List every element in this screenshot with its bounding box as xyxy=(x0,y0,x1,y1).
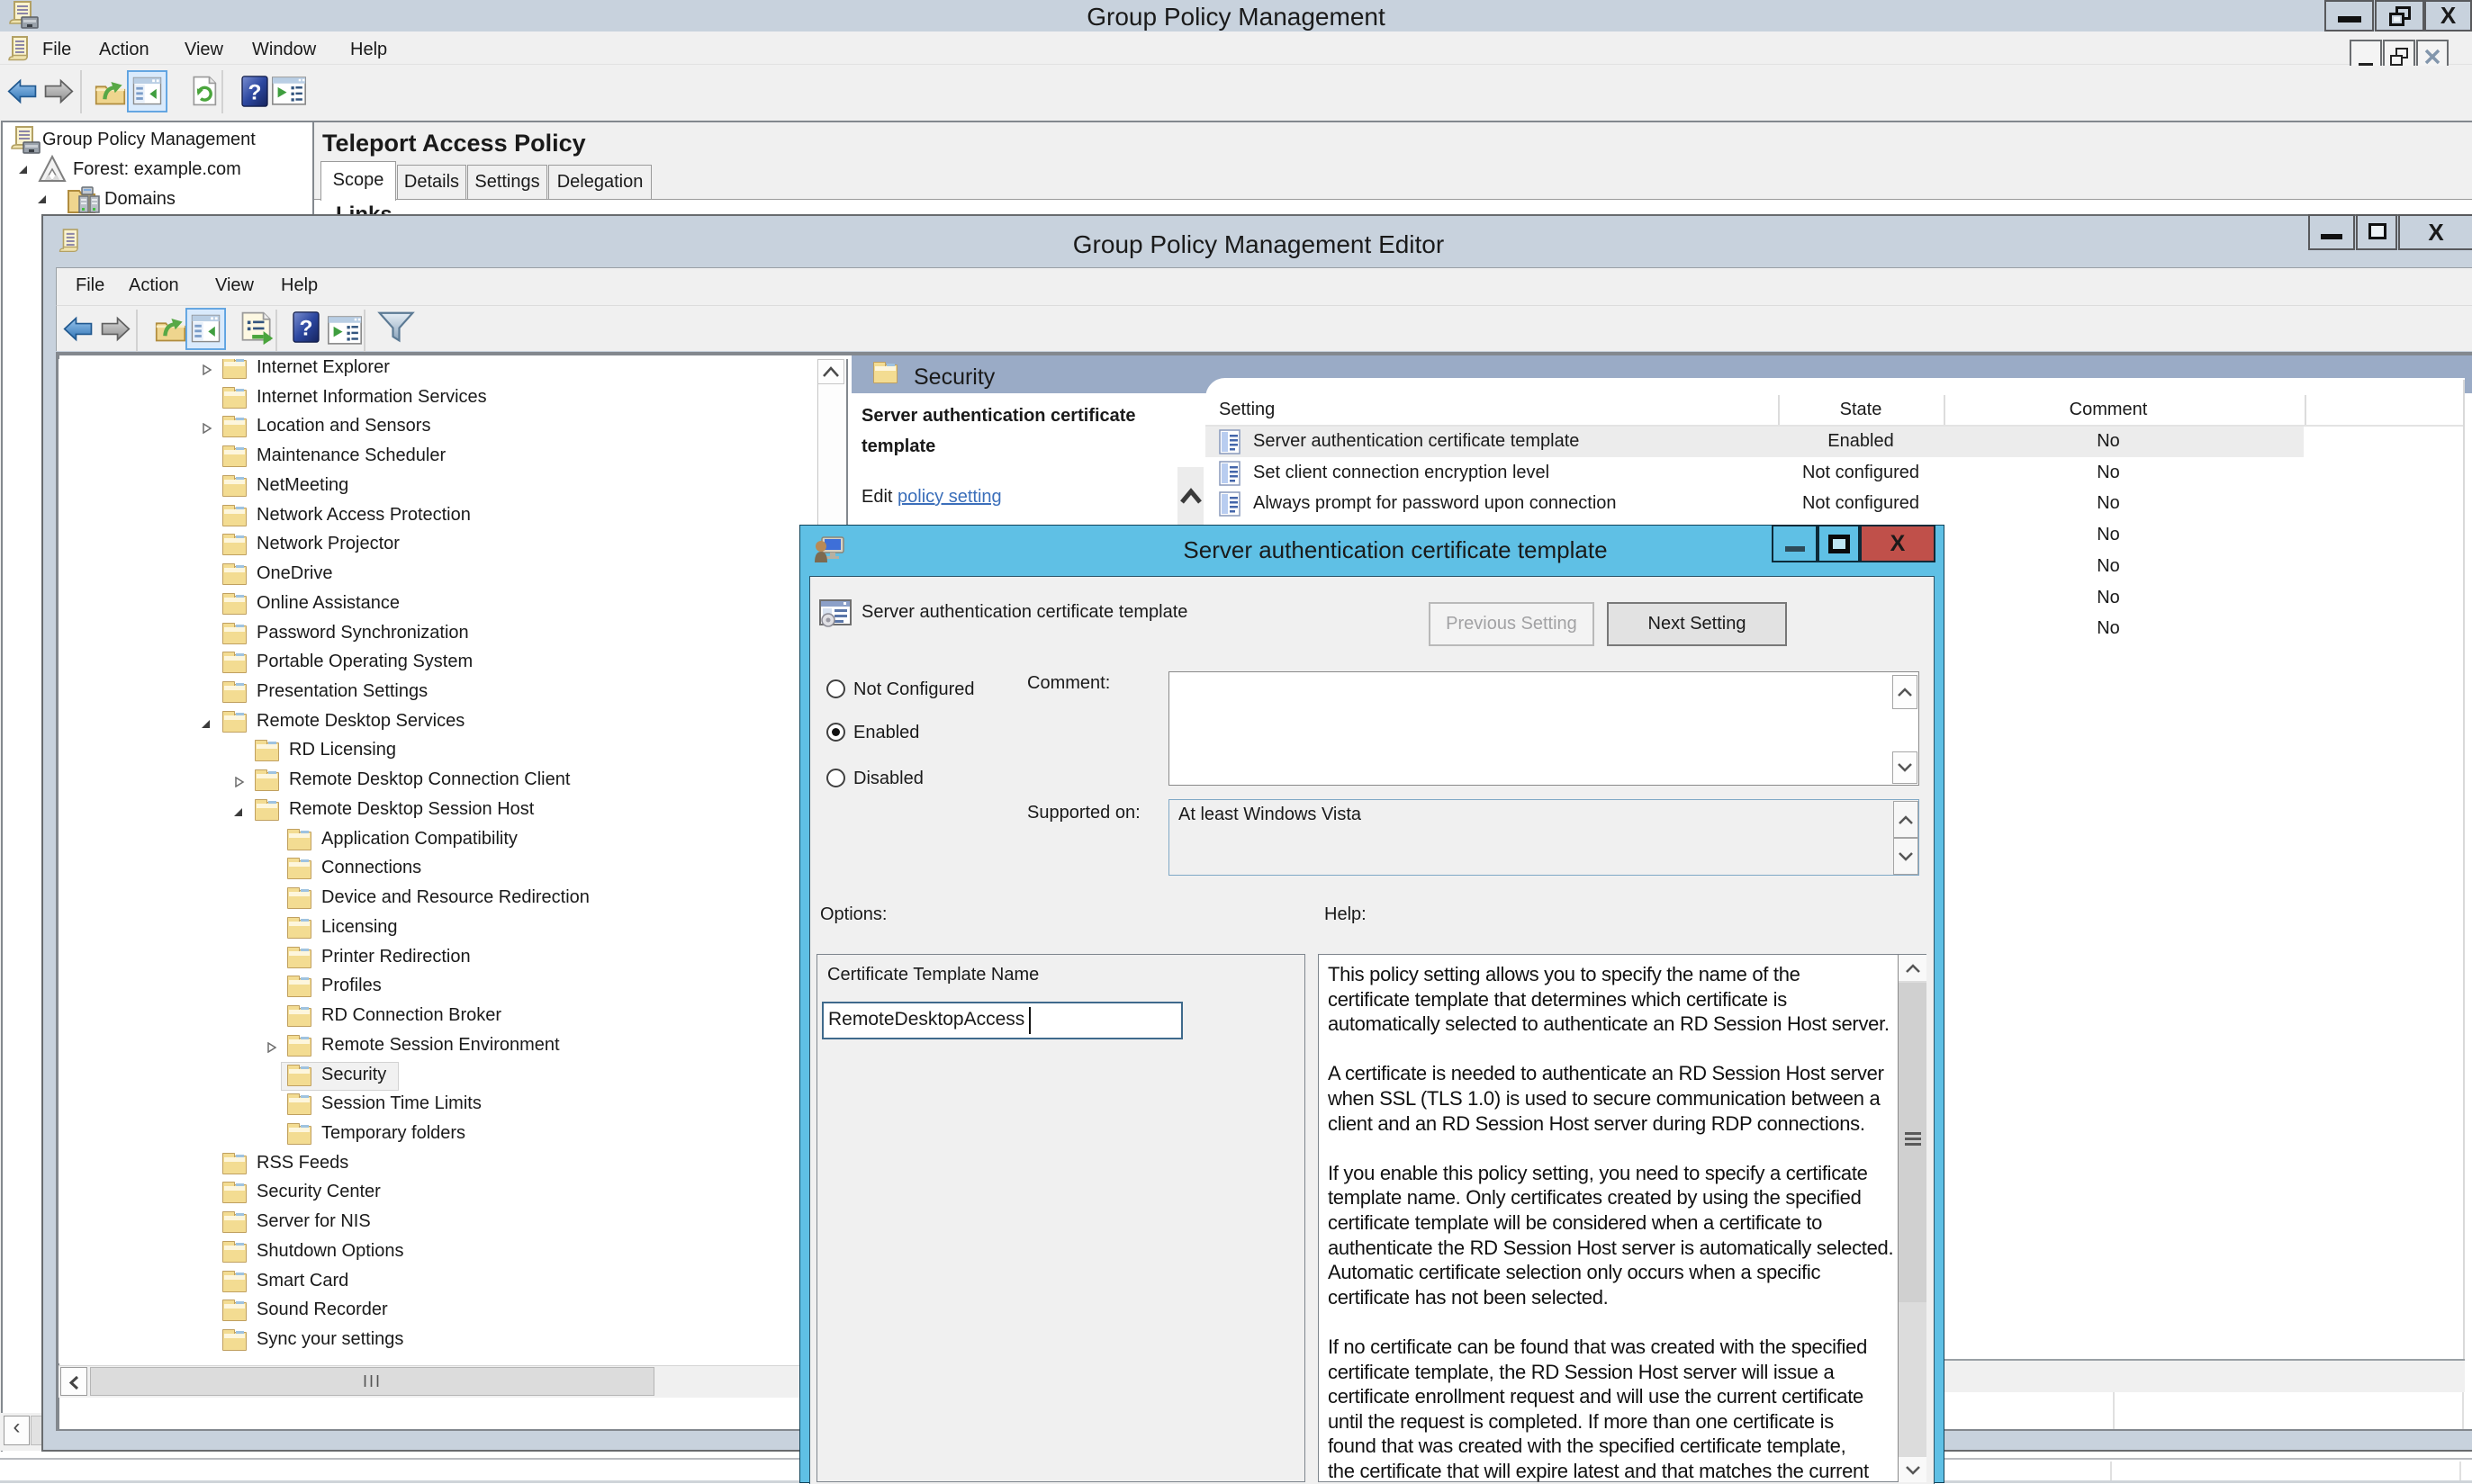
svg-text:?: ? xyxy=(248,80,262,104)
svg-text:?: ? xyxy=(300,316,313,340)
